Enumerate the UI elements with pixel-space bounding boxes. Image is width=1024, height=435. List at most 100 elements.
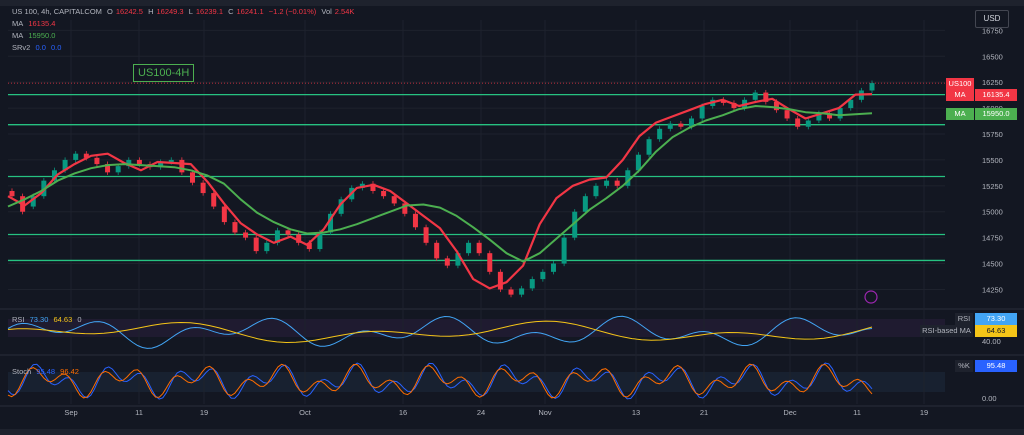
- y-tick-label: 14250: [982, 285, 1003, 294]
- candle-body: [646, 139, 652, 155]
- x-tick-label: 16: [399, 408, 407, 417]
- ma1-value: 16135.4: [28, 19, 56, 28]
- candle-body: [657, 128, 663, 140]
- rsi-tail: 0: [77, 315, 82, 324]
- rsi-ma-value: 64.63: [53, 315, 73, 324]
- candle-body: [795, 118, 801, 127]
- candle-body: [115, 166, 121, 173]
- candle-body: [444, 258, 450, 266]
- volume-value: 2.54K: [334, 7, 355, 16]
- time-axis: Sep 11 19 Oct 16 24 Nov 13 21 Dec 11 19: [64, 408, 928, 417]
- candle-body: [561, 237, 567, 264]
- symbol-text: US 100, 4h, CAPITALCOM: [12, 7, 102, 16]
- stoch-band: [8, 372, 945, 392]
- chart-label-box: US100-4H: [133, 64, 195, 82]
- x-tick-label: 24: [477, 408, 485, 417]
- candle-body: [869, 83, 875, 91]
- ma-fast-line: [7, 93, 873, 290]
- x-tick-label: 11: [853, 408, 861, 417]
- candle-body: [73, 153, 79, 160]
- candle-body: [593, 185, 599, 197]
- stoch-legend[interactable]: Stoch 95.48 96.42: [12, 367, 82, 377]
- y-tick-label: 16250: [982, 78, 1003, 87]
- rsi-tag-value: 73.30: [975, 313, 1017, 325]
- rsi-tag: RSI: [955, 313, 973, 325]
- x-tick-label: 11: [135, 408, 143, 417]
- y-tick-label: 14500: [982, 260, 1003, 269]
- rsi-axis-label: 40.00: [982, 337, 1001, 346]
- ma2-tag-value: 15950.0: [975, 108, 1017, 120]
- rsi-ma-tag: RSI-based MA: [920, 325, 973, 337]
- y-tick-label: 15750: [982, 130, 1003, 139]
- candle-body: [508, 289, 514, 295]
- x-tick-label: 21: [700, 408, 708, 417]
- x-tick-label: 19: [200, 408, 208, 417]
- stoch-d-value: 96.42: [60, 367, 79, 376]
- rsi-value: 73.30: [29, 315, 49, 324]
- high-label: H: [148, 7, 154, 16]
- open-value: 16242.5: [115, 7, 143, 16]
- bottom-toolbar-strip: [0, 429, 1024, 435]
- stoch-label: Stoch: [12, 367, 32, 376]
- srv2-value-a: 0.0: [35, 43, 46, 52]
- candle-body: [94, 157, 100, 165]
- candle-body: [678, 123, 684, 127]
- candle-body: [189, 172, 195, 183]
- currency-button[interactable]: USD: [975, 10, 1009, 28]
- candle-body: [232, 222, 238, 233]
- candle-body: [9, 191, 15, 197]
- moving-average-series: [7, 93, 873, 290]
- candle-body: [529, 279, 535, 289]
- candle-body: [550, 263, 556, 272]
- ma2-legend[interactable]: MA 15950.0: [12, 31, 58, 41]
- high-value: 16249.3: [156, 7, 184, 16]
- chart-panes: [0, 290, 1024, 407]
- open-label: O: [107, 7, 113, 16]
- x-tick-label: 19: [920, 408, 928, 417]
- chart-app: 1675016500162501600015750155001525015000…: [0, 0, 1024, 435]
- x-tick-label: Sep: [64, 408, 77, 417]
- close-label: C: [228, 7, 234, 16]
- close-value: 16241.1: [236, 7, 264, 16]
- candle-body: [519, 288, 525, 295]
- candle-body: [582, 196, 588, 212]
- candle-body: [604, 180, 610, 186]
- x-tick-label: 13: [632, 408, 640, 417]
- candle-body: [211, 193, 217, 207]
- ma1-tag: MA: [946, 89, 974, 101]
- srv2-legend[interactable]: SRv2 0.0 0.0: [12, 43, 64, 53]
- candle-body: [540, 271, 546, 280]
- candle-body: [466, 242, 472, 254]
- y-tick-label: 16500: [982, 52, 1003, 61]
- price-axis: 1675016500162501600015750155001525015000…: [982, 26, 1003, 294]
- candle-body: [285, 230, 291, 235]
- stoch-k-tag: %K: [955, 360, 973, 372]
- ma-slow-line: [7, 105, 873, 263]
- candle-body: [243, 232, 249, 238]
- rsi-label: RSI: [12, 315, 25, 324]
- ma2-tag: MA: [946, 108, 974, 120]
- candle-body: [784, 110, 790, 119]
- ma1-legend[interactable]: MA 16135.4: [12, 19, 58, 29]
- support-resistance-levels: [8, 82, 945, 262]
- stoch-k-tag-value: 95.48: [975, 360, 1017, 372]
- candle-body: [837, 108, 843, 119]
- ma2-value: 15950.0: [28, 31, 56, 40]
- low-value: 16239.1: [195, 7, 223, 16]
- candle-body: [487, 253, 493, 272]
- candle-body: [200, 182, 206, 194]
- lightning-icon[interactable]: [864, 290, 878, 304]
- volume-label: Vol: [321, 7, 332, 16]
- candle-body: [221, 206, 227, 223]
- rsi-legend[interactable]: RSI 73.30 64.63 0: [12, 315, 85, 325]
- y-tick-label: 15000: [982, 208, 1003, 217]
- candle-body: [423, 227, 429, 243]
- stoch-k-value: 95.48: [36, 367, 56, 376]
- candle-body: [805, 120, 811, 127]
- candle-body: [752, 92, 758, 100]
- candle-body: [136, 159, 142, 165]
- instrument-legend[interactable]: US 100, 4h, CAPITALCOM O 16242.5 H 16249.3…: [12, 7, 357, 17]
- candle-body: [699, 106, 705, 119]
- candle-body: [614, 180, 620, 186]
- change-value: −1.2 (−0.01%): [268, 7, 317, 16]
